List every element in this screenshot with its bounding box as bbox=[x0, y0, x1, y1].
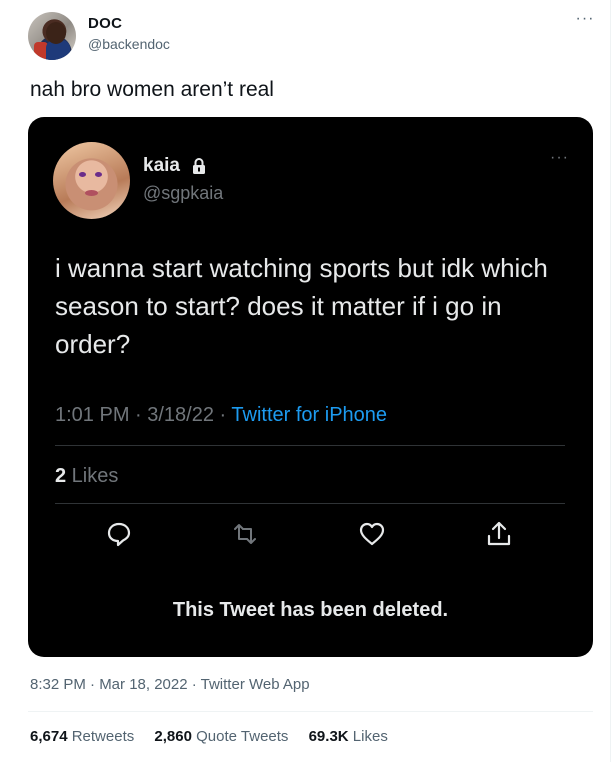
retweets-label: Retweets bbox=[71, 728, 135, 745]
more-horizontal-icon[interactable]: ··· bbox=[572, 11, 598, 32]
retweet-icon bbox=[234, 524, 256, 544]
tweet-stats: 6,674 Retweets 2,860 Quote Tweets 69.3K … bbox=[30, 728, 404, 745]
avatar-detail bbox=[79, 172, 86, 177]
avatar-detail bbox=[85, 190, 98, 196]
more-horizontal-icon: ··· bbox=[550, 149, 569, 166]
quoted-likes-label: Likes bbox=[66, 465, 119, 487]
quoted-tweet-image[interactable]: kaia @sgpkaia ··· i wanna start watching… bbox=[28, 117, 593, 657]
quoted-likes: 2 Likes bbox=[55, 465, 118, 488]
retweets-stat[interactable]: 6,674 Retweets bbox=[30, 728, 134, 745]
likes-label: Likes bbox=[352, 728, 388, 745]
quoted-display-name: kaia bbox=[143, 155, 180, 176]
quoted-meta: 1:01 PM · 3/18/22 · Twitter for iPhone bbox=[55, 404, 387, 427]
divider bbox=[55, 503, 565, 504]
quoted-action-bar bbox=[28, 519, 593, 555]
tweet-text: nah bro women aren’t real bbox=[30, 78, 274, 101]
share-icon bbox=[487, 521, 511, 546]
reply-icon bbox=[107, 522, 131, 547]
likes-count: 69.3K bbox=[308, 728, 349, 745]
quote-tweets-stat[interactable]: 2,860 Quote Tweets bbox=[154, 728, 288, 745]
tweet-header: DOC @backendoc ··· bbox=[28, 11, 598, 62]
divider bbox=[55, 445, 565, 446]
divider bbox=[28, 711, 593, 712]
like-icon bbox=[359, 522, 385, 546]
quoted-likes-count: 2 bbox=[55, 465, 67, 487]
deleted-notice: This Tweet has been deleted. bbox=[172, 599, 449, 621]
retweets-count: 6,674 bbox=[30, 728, 68, 745]
avatar-detail bbox=[46, 22, 66, 44]
quoted-handle: @sgpkaia bbox=[143, 183, 224, 203]
lock-icon bbox=[193, 158, 205, 174]
quoted-time: 1:01 PM · 3/18/22 · bbox=[55, 404, 232, 426]
avatar-detail bbox=[95, 172, 102, 177]
author-handle[interactable]: @backendoc bbox=[88, 36, 170, 52]
quote-label: Quote Tweets bbox=[196, 728, 289, 745]
author-display-name[interactable]: DOC bbox=[88, 15, 122, 32]
quote-count: 2,860 bbox=[154, 728, 192, 745]
likes-stat[interactable]: 69.3K Likes bbox=[309, 728, 388, 745]
tweet-timestamp[interactable]: 8:32 PM · Mar 18, 2022 · Twitter Web App bbox=[30, 676, 310, 693]
quoted-avatar bbox=[53, 142, 130, 219]
avatar[interactable] bbox=[28, 12, 76, 60]
quoted-source: Twitter for iPhone bbox=[231, 404, 388, 426]
quoted-text: i wanna start watching sports but idk wh… bbox=[55, 253, 548, 359]
